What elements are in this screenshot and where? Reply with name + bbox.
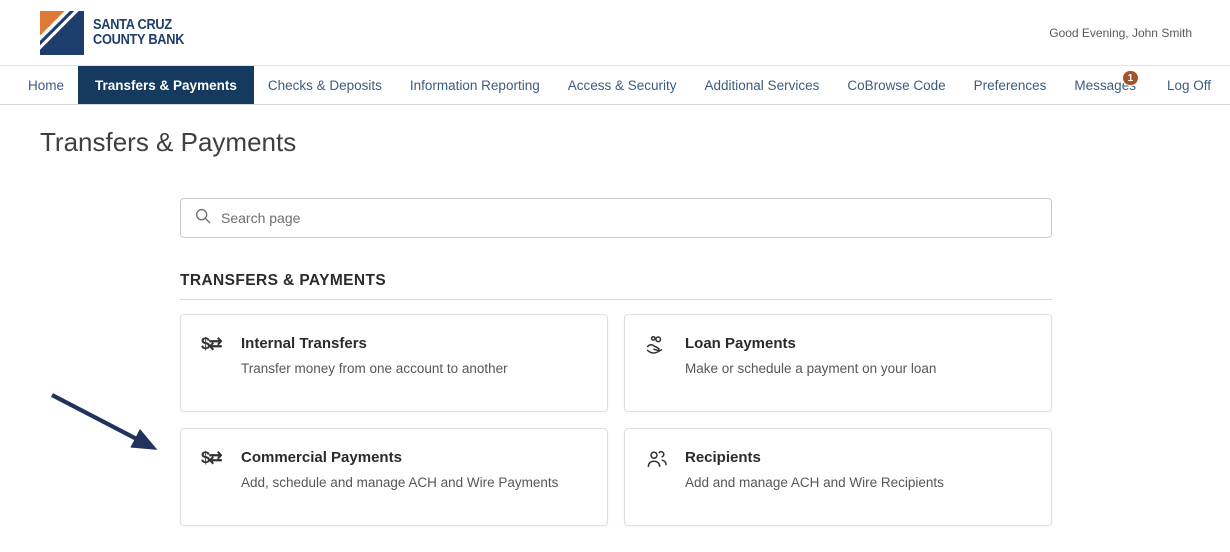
- nav-item-log-off[interactable]: Log Off: [1153, 66, 1225, 104]
- page-content: TRANSFERS & PAYMENTS $⇄ Internal Transfe…: [180, 198, 1052, 526]
- people-icon: [645, 448, 673, 470]
- card-description: Transfer money from one account to anoth…: [241, 361, 508, 376]
- search-icon: [194, 207, 212, 230]
- nav-label: Home: [28, 77, 65, 93]
- bank-logo-icon: [40, 10, 84, 55]
- nav-item-additional-services[interactable]: Additional Services: [691, 66, 834, 104]
- bank-logo-text: SANTA CRUZ COUNTY BANK: [93, 16, 185, 48]
- cards-grid: $⇄ Internal Transfers Transfer money fro…: [180, 314, 1052, 526]
- card-description: Add, schedule and manage ACH and Wire Pa…: [241, 475, 559, 490]
- annotation-arrow-icon: [42, 386, 182, 471]
- card-description: Add and manage ACH and Wire Recipients: [685, 475, 944, 490]
- nav-item-home[interactable]: Home: [14, 66, 78, 104]
- nav-label: Additional Services: [704, 77, 820, 93]
- search-box: [180, 198, 1052, 238]
- card-description: Make or schedule a payment on your loan: [685, 361, 937, 376]
- card-title: Commercial Payments: [241, 449, 402, 466]
- card-text: Commercial Payments Add, schedule and ma…: [241, 448, 558, 490]
- nav-item-information-reporting[interactable]: Information Reporting: [396, 66, 554, 104]
- card-text: Internal Transfers Transfer money from o…: [241, 334, 508, 376]
- internal-transfers-card[interactable]: $⇄ Internal Transfers Transfer money fro…: [180, 314, 608, 412]
- messages-count-badge: 1: [1121, 70, 1139, 86]
- card-title: Recipients: [685, 449, 761, 466]
- section-title: TRANSFERS & PAYMENTS: [180, 272, 1052, 300]
- card-title: Internal Transfers: [241, 335, 367, 352]
- dollar-transfer-icon: $⇄: [201, 335, 223, 353]
- nav-item-cobrowse-code[interactable]: CoBrowse Code: [833, 66, 959, 104]
- recipients-card[interactable]: Recipients Add and manage ACH and Wire R…: [624, 428, 1052, 526]
- bank-logo[interactable]: SANTA CRUZ COUNTY BANK: [40, 10, 197, 55]
- bank-logo-line1: SANTA CRUZ: [93, 16, 172, 33]
- nav-label: Information Reporting: [409, 77, 540, 93]
- card-text: Recipients Add and manage ACH and Wire R…: [685, 448, 944, 490]
- bank-logo-line2: COUNTY BANK: [93, 31, 185, 48]
- nav-label: Access & Security: [567, 77, 677, 93]
- nav-item-checks-deposits[interactable]: Checks & Deposits: [254, 66, 396, 104]
- page-title: Transfers & Payments: [40, 127, 297, 157]
- nav-item-preferences[interactable]: Preferences: [960, 66, 1061, 104]
- hand-coins-icon: [645, 334, 673, 356]
- main-nav: Home Transfers & Payments Checks & Depos…: [0, 66, 1230, 105]
- nav-item-transfers-payments[interactable]: Transfers & Payments: [78, 66, 254, 104]
- search-input[interactable]: [221, 210, 1038, 226]
- user-greeting: Good Evening, John Smith: [1049, 25, 1192, 40]
- nav-label: Transfers & Payments: [95, 77, 237, 93]
- app-header: SANTA CRUZ COUNTY BANK Good Evening, Joh…: [0, 0, 1230, 66]
- loan-payments-card[interactable]: Loan Payments Make or schedule a payment…: [624, 314, 1052, 412]
- dollar-transfer-icon: $⇄: [201, 449, 223, 467]
- card-title: Loan Payments: [685, 335, 796, 352]
- nav-label: Checks & Deposits: [267, 77, 382, 93]
- nav-item-access-security[interactable]: Access & Security: [554, 66, 691, 104]
- nav-label: Preferences: [973, 77, 1047, 93]
- card-text: Loan Payments Make or schedule a payment…: [685, 334, 936, 376]
- nav-label: Log Off: [1166, 77, 1211, 93]
- nav-item-messages[interactable]: Messages 1: [1060, 66, 1153, 104]
- nav-label: CoBrowse Code: [847, 77, 946, 93]
- commercial-payments-card[interactable]: $⇄ Commercial Payments Add, schedule and…: [180, 428, 608, 526]
